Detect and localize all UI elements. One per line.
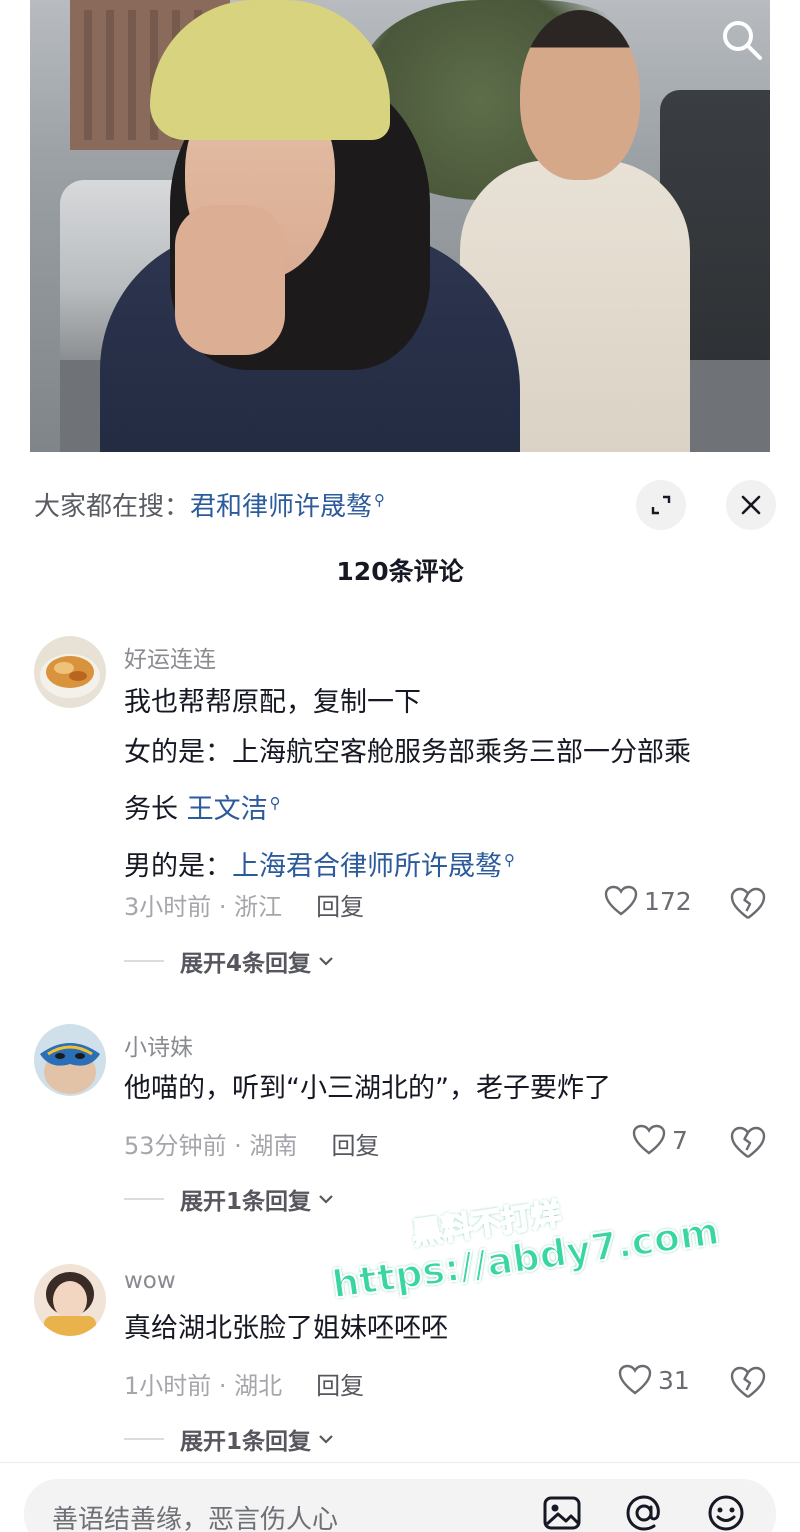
avatar-food-image — [34, 636, 106, 708]
comment-count-title: 120条评论 — [336, 557, 464, 586]
mention-link[interactable]: 上海君合律师所许晟骜 ⚲ — [232, 851, 515, 882]
like-button[interactable]: 7 — [632, 1124, 688, 1156]
close-icon — [741, 495, 761, 515]
comment-line: 务长 王文洁 ⚲ — [124, 778, 774, 835]
comment-username[interactable]: 好运连连 — [124, 640, 216, 674]
broken-heart-icon[interactable] — [730, 1126, 766, 1160]
close-button[interactable] — [726, 480, 776, 530]
comment-line-text: 男的是： — [124, 851, 232, 882]
expand-replies-label: 展开4条回复 — [180, 951, 312, 977]
comment-line: 我也帮帮原配，复制一下 — [124, 687, 421, 718]
comment-line: 男的是：上海君合律师所许晟骜 ⚲ — [124, 835, 774, 892]
video-player[interactable] — [0, 0, 800, 470]
at-icon[interactable] — [622, 1491, 666, 1532]
comment-header: 大家都在搜：君和律师许晟骜 ⚲ — [0, 452, 800, 552]
comment-meta: 53分钟前 · 湖南 回复 — [124, 1126, 379, 1161]
divider-dash — [124, 1198, 164, 1200]
like-button[interactable]: 172 — [604, 885, 692, 917]
expand-replies-button[interactable]: 展开1条回复 — [124, 1182, 335, 1216]
expand-replies-label: 展开1条回复 — [180, 1429, 312, 1455]
video-margin-left — [0, 0, 30, 470]
comment-username[interactable]: wow — [124, 1268, 176, 1294]
emoji-icon[interactable] — [704, 1491, 748, 1532]
reply-button[interactable]: 回复 — [316, 1372, 364, 1400]
mention-link-text: 上海君合律师所许晟骜 — [232, 851, 502, 882]
chevron-down-icon — [319, 1435, 333, 1444]
expand-replies-button[interactable]: 展开1条回复 — [124, 1422, 335, 1456]
comment-time-location: 1小时前 · 湖北 — [124, 1372, 283, 1400]
avatar[interactable] — [34, 636, 106, 708]
video-margin-right — [770, 0, 800, 470]
reply-button[interactable]: 回复 — [331, 1132, 379, 1160]
avatar[interactable] — [34, 1024, 106, 1096]
like-count: 172 — [644, 886, 692, 916]
broken-heart-icon[interactable] — [730, 1366, 766, 1400]
comment-text: 我也帮帮原配，复制一下 女的是：上海航空客舱服务部乘务三部一分部乘 务长 王文洁… — [124, 678, 774, 892]
man-head — [520, 10, 640, 180]
comment-meta: 1小时前 · 湖北 回复 — [124, 1366, 364, 1401]
hot-search-term[interactable]: 君和律师许晟骜 ⚲ — [190, 491, 386, 522]
search-small-icon: ⚲ — [269, 794, 281, 812]
expand-icon — [651, 495, 671, 515]
avatar-girl-image — [34, 1264, 106, 1336]
comment-input-bar: 善语结善缘，恶言伤人心 — [0, 1462, 800, 1532]
avatar-mask-image — [34, 1024, 106, 1096]
comment-sheet: 大家都在搜：君和律师许晟骜 ⚲ 120条评论 好运连连 我也帮帮原配，复制一下 … — [0, 452, 800, 1532]
mention-link[interactable]: 王文洁 ⚲ — [187, 794, 281, 825]
broken-heart-icon[interactable] — [730, 887, 766, 921]
comment-input-placeholder[interactable]: 善语结善缘，恶言伤人心 — [52, 1499, 338, 1532]
hot-search-label: 大家都在搜： — [34, 492, 191, 522]
hot-search: 大家都在搜：君和律师许晟骜 ⚲ — [34, 486, 385, 523]
comment-meta: 3小时前 · 浙江 回复 — [124, 887, 364, 922]
woman-hand — [175, 205, 285, 355]
reply-button[interactable]: 回复 — [316, 893, 364, 921]
like-count: 7 — [672, 1125, 688, 1155]
heart-icon — [618, 1364, 652, 1395]
search-small-icon: ⚲ — [504, 851, 515, 869]
mention-link-text: 王文洁 — [186, 794, 268, 825]
comment-text: 他喵的，听到“小三湖北的”，老子要炸了 — [124, 1064, 774, 1114]
comment-username[interactable]: 小诗妹 — [124, 1028, 193, 1062]
comment-line-text: 务长 — [124, 794, 187, 825]
expand-replies-button[interactable]: 展开4条回复 — [124, 944, 335, 978]
expand-replies-label: 展开1条回复 — [180, 1189, 312, 1215]
comment-time-location: 53分钟前 · 湖南 — [124, 1132, 298, 1160]
search-small-icon: ⚲ — [374, 491, 386, 510]
comment-time-location: 3小时前 · 浙江 — [124, 893, 283, 921]
search-button[interactable] — [716, 14, 768, 66]
divider-dash — [124, 960, 164, 962]
chevron-down-icon — [319, 957, 333, 966]
expand-button[interactable] — [636, 480, 686, 530]
heart-icon — [604, 885, 638, 916]
comment-text: 真给湖北张脸了姐妹呸呸呸 — [124, 1304, 774, 1354]
search-icon — [723, 21, 762, 60]
avatar[interactable] — [34, 1264, 106, 1336]
comment-line: 女的是：上海航空客舱服务部乘务三部一分部乘 — [124, 737, 691, 768]
like-count: 31 — [658, 1365, 690, 1395]
heart-icon — [632, 1124, 666, 1155]
chevron-down-icon — [319, 1195, 333, 1204]
hot-search-term-text: 君和律师许晟骜 — [190, 492, 373, 522]
like-button[interactable]: 31 — [618, 1364, 690, 1396]
image-icon[interactable] — [540, 1491, 584, 1532]
divider-dash — [124, 1438, 164, 1440]
comment-line: 他喵的，听到“小三湖北的”，老子要炸了 — [124, 1073, 611, 1104]
comment-line: 真给湖北张脸了姐妹呸呸呸 — [124, 1313, 448, 1344]
